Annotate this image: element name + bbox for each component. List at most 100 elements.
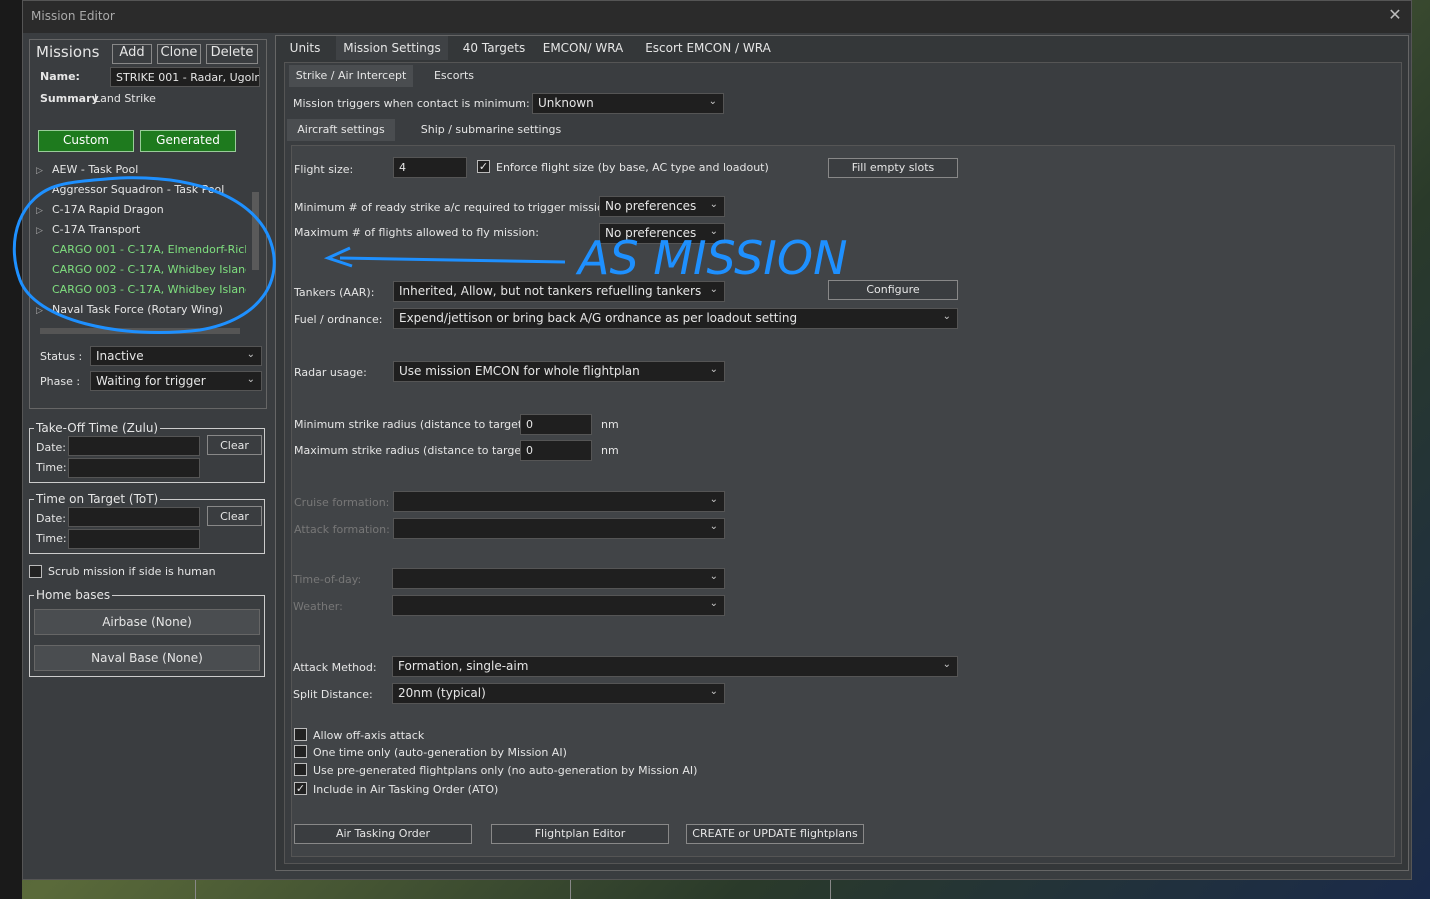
summary-label: Summary <box>40 92 99 105</box>
tot-clear-button[interactable]: Clear <box>207 506 262 526</box>
weather-label: Weather: <box>293 600 343 613</box>
max-flights-dropdown[interactable]: No preferences ⌄ <box>599 223 725 244</box>
min-ready-dropdown[interactable]: No preferences ⌄ <box>599 196 725 217</box>
attack-formation-dropdown[interactable]: ⌄ <box>393 518 725 539</box>
attack-method-dropdown[interactable]: Formation, single-aim ⌄ <box>392 656 958 677</box>
chevron-down-icon: ⌄ <box>709 598 718 609</box>
weather-dropdown[interactable]: ⌄ <box>392 595 725 616</box>
tankers-label: Tankers (AAR): <box>294 286 375 299</box>
airbase-button[interactable]: Airbase (None) <box>34 609 260 635</box>
naval-base-button[interactable]: Naval Base (None) <box>34 645 260 671</box>
close-icon[interactable]: ✕ <box>1385 5 1405 25</box>
mission-editor-window: Mission Editor ✕ Missions Add Clone Dele… <box>22 0 1412 880</box>
fuel-label: Fuel / ordnance: <box>294 313 383 326</box>
chevron-down-icon: ⌄ <box>942 311 951 322</box>
tot-time-input[interactable] <box>68 529 200 549</box>
subtab-escorts[interactable]: Escorts <box>419 65 489 87</box>
tree-item[interactable]: CARGO 001 - C-17A, Elmendorf-Richar <box>36 240 246 260</box>
innertab-aircraft[interactable]: Aircraft settings <box>287 119 395 141</box>
tab-mission-settings[interactable]: Mission Settings <box>336 36 448 60</box>
scrub-label: Scrub mission if side is human <box>48 565 216 578</box>
flight-size-label: Flight size: <box>294 163 354 176</box>
map-edge <box>0 0 22 899</box>
tree-vertical-scrollbar[interactable] <box>252 162 260 322</box>
one-time-checkbox[interactable] <box>294 745 307 758</box>
subtab-strike[interactable]: Strike / Air Intercept <box>289 65 413 87</box>
tot-title: Time on Target (ToT) <box>34 492 161 506</box>
enforce-checkbox[interactable]: ✓ <box>477 160 490 173</box>
phase-dropdown[interactable]: Waiting for trigger ⌄ <box>90 371 262 391</box>
tot-time-label: Time: <box>36 532 67 545</box>
radar-dropdown[interactable]: Use mission EMCON for whole flightplan ⌄ <box>393 361 725 382</box>
generated-button[interactable]: Generated <box>140 130 236 152</box>
fill-empty-slots-button[interactable]: Fill empty slots <box>828 158 958 178</box>
tab-escort-emcon[interactable]: Escort EMCON / WRA <box>638 36 778 60</box>
mission-settings-content: Strike / Air Intercept Escorts Mission t… <box>284 62 1402 864</box>
attack-method-label: Attack Method: <box>293 661 377 674</box>
missions-panel: Missions Add Clone Delete Name: STRIKE 0… <box>29 39 267 409</box>
split-distance-dropdown[interactable]: 20nm (typical) ⌄ <box>392 683 725 704</box>
enforce-label: Enforce flight size (by base, AC type an… <box>496 161 769 174</box>
flightplan-editor-button[interactable]: Flightplan Editor <box>491 824 669 844</box>
one-time-label: One time only (auto-generation by Missio… <box>313 746 567 759</box>
chevron-down-icon: ⌄ <box>709 199 718 210</box>
tree-item[interactable]: ▷ AEW - Task Pool <box>36 160 246 180</box>
tree-horizontal-scrollbar[interactable] <box>40 328 240 334</box>
tab-emcon-wra[interactable]: EMCON/ WRA <box>538 36 628 60</box>
chevron-down-icon: ⌄ <box>708 96 717 107</box>
takeoff-date-label: Date: <box>36 441 66 454</box>
map-line <box>830 880 831 899</box>
chevron-down-icon: ⌄ <box>709 571 718 582</box>
takeoff-date-input[interactable] <box>68 436 200 456</box>
tree-item[interactable]: CARGO 002 - C-17A, Whidbey Island - I <box>36 260 246 280</box>
cruise-formation-dropdown[interactable]: ⌄ <box>393 491 725 512</box>
configure-button[interactable]: Configure <box>828 280 958 300</box>
map-line <box>570 880 571 899</box>
delete-button[interactable]: Delete <box>206 44 258 64</box>
time-of-day-dropdown[interactable]: ⌄ <box>392 568 725 589</box>
innertab-ship[interactable]: Ship / submarine settings <box>401 119 581 141</box>
mission-name-field[interactable]: STRIKE 001 - Radar, Ugolny <box>110 67 260 87</box>
chevron-down-icon: ⌄ <box>709 284 718 295</box>
radar-label: Radar usage: <box>294 366 367 379</box>
status-dropdown[interactable]: Inactive ⌄ <box>90 346 262 366</box>
chevron-down-icon: ⌄ <box>942 659 951 670</box>
takeoff-clear-button[interactable]: Clear <box>207 435 262 455</box>
tree-item[interactable]: ▷ Naval Task Force (Rotary Wing) <box>36 300 246 320</box>
ato-checkbox[interactable]: ✓ <box>294 782 307 795</box>
create-update-flightplans-button[interactable]: CREATE or UPDATE flightplans <box>686 824 864 844</box>
tree-item[interactable]: Aggressor Squadron - Task Pool <box>36 180 246 200</box>
add-button[interactable]: Add <box>112 44 152 64</box>
min-radius-input[interactable]: 0 <box>520 414 592 435</box>
off-axis-checkbox[interactable] <box>294 728 307 741</box>
split-distance-label: Split Distance: <box>293 688 373 701</box>
home-bases-title: Home bases <box>34 588 113 602</box>
tree-item[interactable]: ▷ C-17A Transport <box>36 220 246 240</box>
takeoff-time-label: Time: <box>36 461 67 474</box>
takeoff-time-input[interactable] <box>68 458 200 478</box>
chevron-down-icon: ⌄ <box>246 349 255 360</box>
chevron-down-icon: ⌄ <box>709 494 718 505</box>
clone-button[interactable]: Clone <box>157 44 201 64</box>
window-title: Mission Editor <box>31 9 115 23</box>
tot-date-input[interactable] <box>68 507 200 527</box>
max-radius-input[interactable]: 0 <box>520 440 592 461</box>
home-bases-group: Home bases Airbase (None) Naval Base (No… <box>29 588 265 677</box>
tankers-dropdown[interactable]: Inherited, Allow, but not tankers refuel… <box>393 281 725 302</box>
tree-item[interactable]: CARGO 003 - C-17A, Whidbey Island - I <box>36 280 246 300</box>
custom-button[interactable]: Custom <box>38 130 134 152</box>
pre-generated-checkbox[interactable] <box>294 763 307 776</box>
tree-item[interactable]: ▷ C-17A Rapid Dragon <box>36 200 246 220</box>
tab-targets[interactable]: 40 Targets <box>454 36 534 60</box>
tab-units[interactable]: Units <box>280 36 330 60</box>
flight-size-input[interactable]: 4 <box>393 157 467 178</box>
air-tasking-order-button[interactable]: Air Tasking Order <box>294 824 472 844</box>
time-of-day-label: Time-of-day: <box>293 573 362 586</box>
min-ready-label: Minimum # of ready strike a/c required t… <box>294 201 615 214</box>
trigger-dropdown[interactable]: Unknown ⌄ <box>532 93 724 114</box>
scrub-checkbox[interactable] <box>29 565 42 578</box>
attack-formation-label: Attack formation: <box>294 523 390 536</box>
fuel-dropdown[interactable]: Expend/jettison or bring back A/G ordnan… <box>393 308 958 329</box>
missions-header: Missions <box>36 43 100 61</box>
phase-label: Phase : <box>40 375 81 388</box>
